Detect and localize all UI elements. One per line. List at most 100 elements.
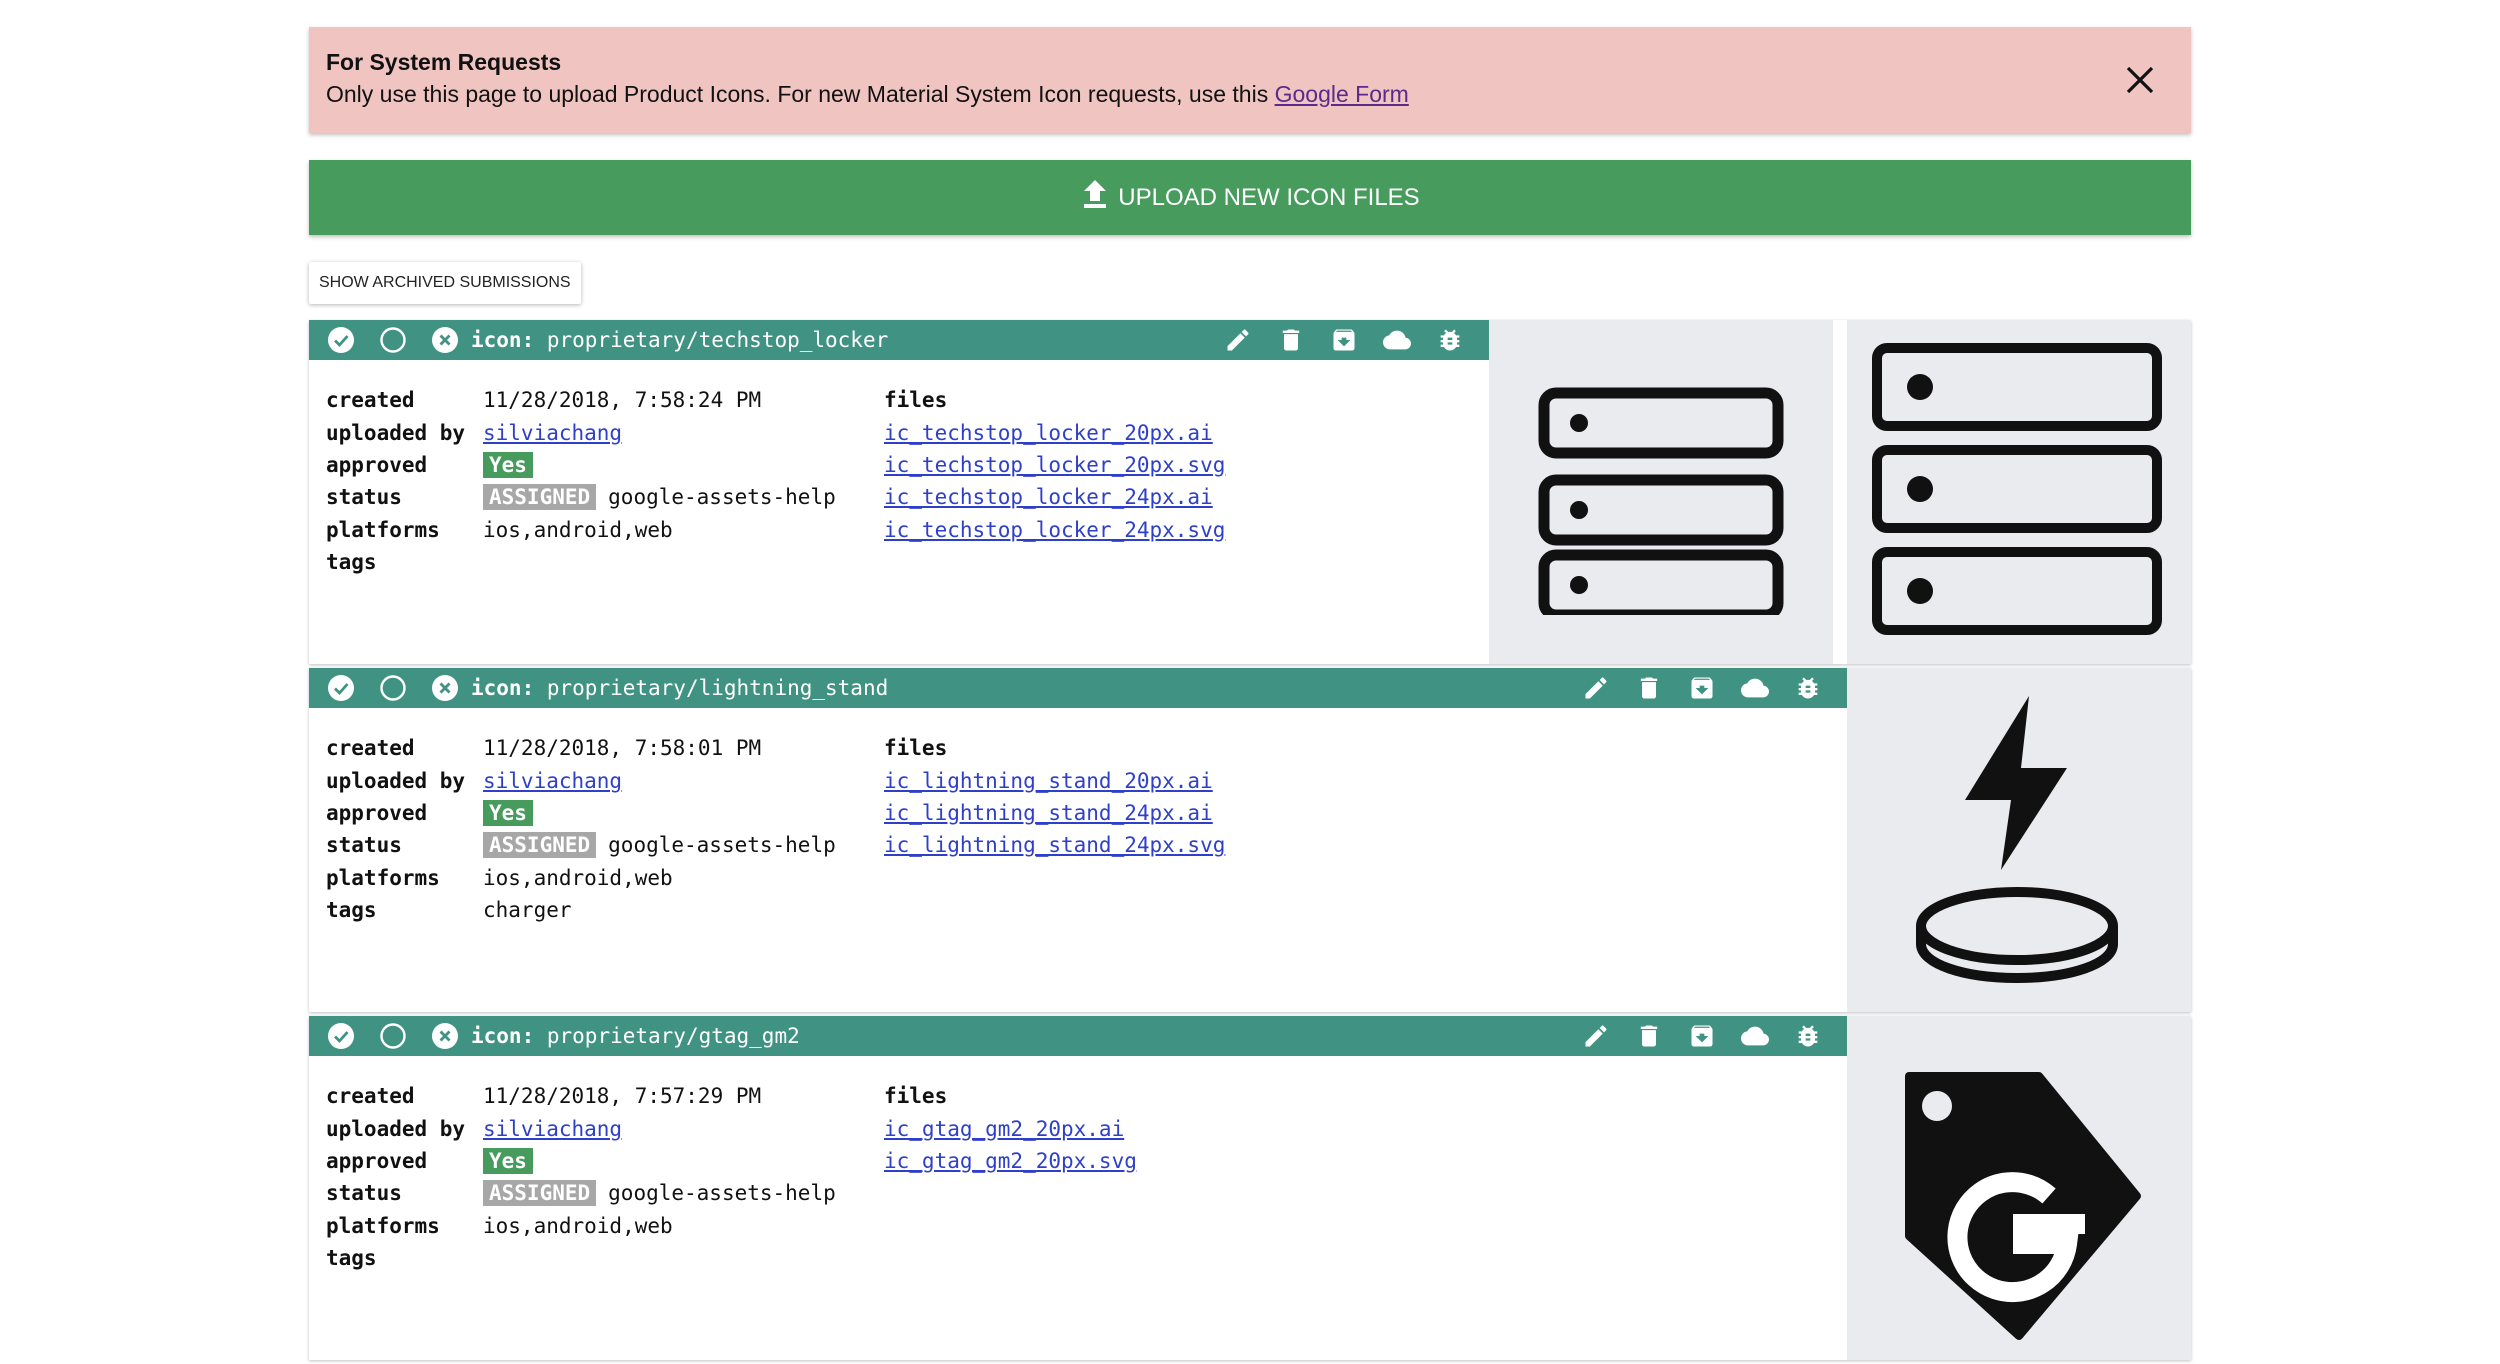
google-form-link[interactable]: Google Form [1275,81,1409,107]
status-label: status [326,833,402,858]
archive-icon[interactable] [1330,326,1358,354]
approve-check-icon[interactable] [327,674,355,702]
submission-title: icon: proprietary/lightning_stand [471,676,889,700]
submission-title: icon: proprietary/techstop_locker [471,328,889,352]
icon-preview-20px [1489,320,1833,664]
file-link[interactable]: ic_lightning_stand_24px.ai [884,801,1213,825]
edit-icon[interactable] [1582,1022,1610,1050]
submission-card: icon: proprietary/lightning_stand create… [309,668,2191,1012]
uploader-link[interactable]: silviachang [483,1117,622,1141]
banner-message-text: Only use this page to upload Product Ico… [326,81,1275,107]
approved-label: approved [326,1148,428,1173]
close-icon[interactable] [2125,65,2155,95]
created-value: 11/28/2018, 7:58:01 PM [483,736,762,761]
created-label: created [326,388,415,413]
delete-icon[interactable] [1635,1022,1663,1050]
file-link[interactable]: ic_lightning_stand_20px.ai [884,769,1213,793]
created-value: 11/28/2018, 7:58:24 PM [483,388,762,413]
edit-icon[interactable] [1582,674,1610,702]
banner-title: For System Requests [326,49,562,75]
show-archived-submissions-button[interactable]: SHOW ARCHIVED SUBMISSIONS [309,262,581,304]
status-badge: ASSIGNED [483,1180,597,1207]
platforms-label: platforms [326,517,440,542]
file-link[interactable]: ic_techstop_locker_24px.ai [884,485,1213,509]
file-link[interactable]: ic_lightning_stand_24px.svg [884,833,1225,857]
server-rack-icon [1869,340,2169,645]
bug-report-icon[interactable] [1794,1022,1822,1050]
icon-preview-24px [1847,320,2191,664]
bug-report-icon[interactable] [1794,674,1822,702]
file-link[interactable]: ic_techstop_locker_20px.svg [884,453,1225,477]
reject-x-icon[interactable] [431,674,459,702]
uploaded-by-label: uploaded by [326,768,466,793]
files-label: files [884,1084,948,1109]
submission-card: icon: proprietary/gtag_gm2 created 11/28/… [309,1016,2191,1360]
reject-x-icon[interactable] [431,1022,459,1050]
submission-header: icon: proprietary/lightning_stand [309,668,1847,708]
tags-label: tags [326,1246,377,1271]
file-link[interactable]: ic_gtag_gm2_20px.ai [884,1117,1124,1141]
submission-header: icon: proprietary/gtag_gm2 [309,1016,1847,1056]
delete-icon[interactable] [1635,674,1663,702]
created-value: 11/28/2018, 7:57:29 PM [483,1084,762,1109]
system-requests-banner: For System Requests Only use this page t… [309,27,2191,133]
archive-icon[interactable] [1688,674,1716,702]
created-label: created [326,736,415,761]
edit-icon[interactable] [1224,326,1252,354]
g-tag-icon [1889,1066,2149,1360]
icon-preview [1847,1016,2191,1360]
status-label: status [326,485,402,510]
status-assignee: google-assets-help [608,833,836,858]
file-link[interactable]: ic_gtag_gm2_20px.svg [884,1149,1137,1173]
approved-label: approved [326,452,428,477]
lightning-stand-icon [1909,688,2129,993]
uploader-link[interactable]: silviachang [483,421,622,445]
status-assignee: google-assets-help [608,485,836,510]
platforms-label: platforms [326,865,440,890]
delete-icon[interactable] [1277,326,1305,354]
status-badge: ASSIGNED [483,832,597,859]
upload-icon [1080,178,1118,217]
approved-badge: Yes [483,1147,533,1174]
uploaded-by-label: uploaded by [326,420,466,445]
pending-circle-icon[interactable] [379,1022,407,1050]
reject-x-icon[interactable] [431,326,459,354]
created-label: created [326,1084,415,1109]
approved-badge: Yes [483,451,533,478]
bug-report-icon[interactable] [1436,326,1464,354]
server-rack-icon [1536,365,1786,620]
submission-header: icon: proprietary/techstop_locker [309,320,1489,360]
uploaded-by-label: uploaded by [326,1116,466,1141]
archive-icon[interactable] [1688,1022,1716,1050]
platforms-value: ios,android,web [483,865,673,890]
banner-message: Only use this page to upload Product Ico… [326,77,2174,111]
tags-value: charger [483,898,572,923]
file-link[interactable]: ic_techstop_locker_20px.ai [884,421,1213,445]
uploader-link[interactable]: silviachang [483,769,622,793]
tags-label: tags [326,898,377,923]
tags-label: tags [326,550,377,575]
pending-circle-icon[interactable] [379,674,407,702]
upload-new-icon-files-button[interactable]: UPLOAD NEW ICON FILES [309,160,2191,235]
files-label: files [884,388,948,413]
platforms-value: ios,android,web [483,517,673,542]
file-link[interactable]: ic_techstop_locker_24px.svg [884,518,1225,542]
platforms-label: platforms [326,1213,440,1238]
cloud-icon[interactable] [1741,1022,1769,1050]
cloud-icon[interactable] [1741,674,1769,702]
approved-label: approved [326,800,428,825]
pending-circle-icon[interactable] [379,326,407,354]
icon-preview [1847,668,2191,1012]
status-badge: ASSIGNED [483,484,597,511]
submission-card: icon: proprietary/techstop_locker create… [309,320,2191,664]
approve-check-icon[interactable] [327,326,355,354]
cloud-icon[interactable] [1383,326,1411,354]
upload-label: UPLOAD NEW ICON FILES [1118,183,1420,211]
submission-title: icon: proprietary/gtag_gm2 [471,1024,800,1048]
files-label: files [884,736,948,761]
platforms-value: ios,android,web [483,1213,673,1238]
status-label: status [326,1181,402,1206]
status-assignee: google-assets-help [608,1181,836,1206]
approve-check-icon[interactable] [327,1022,355,1050]
approved-badge: Yes [483,799,533,826]
